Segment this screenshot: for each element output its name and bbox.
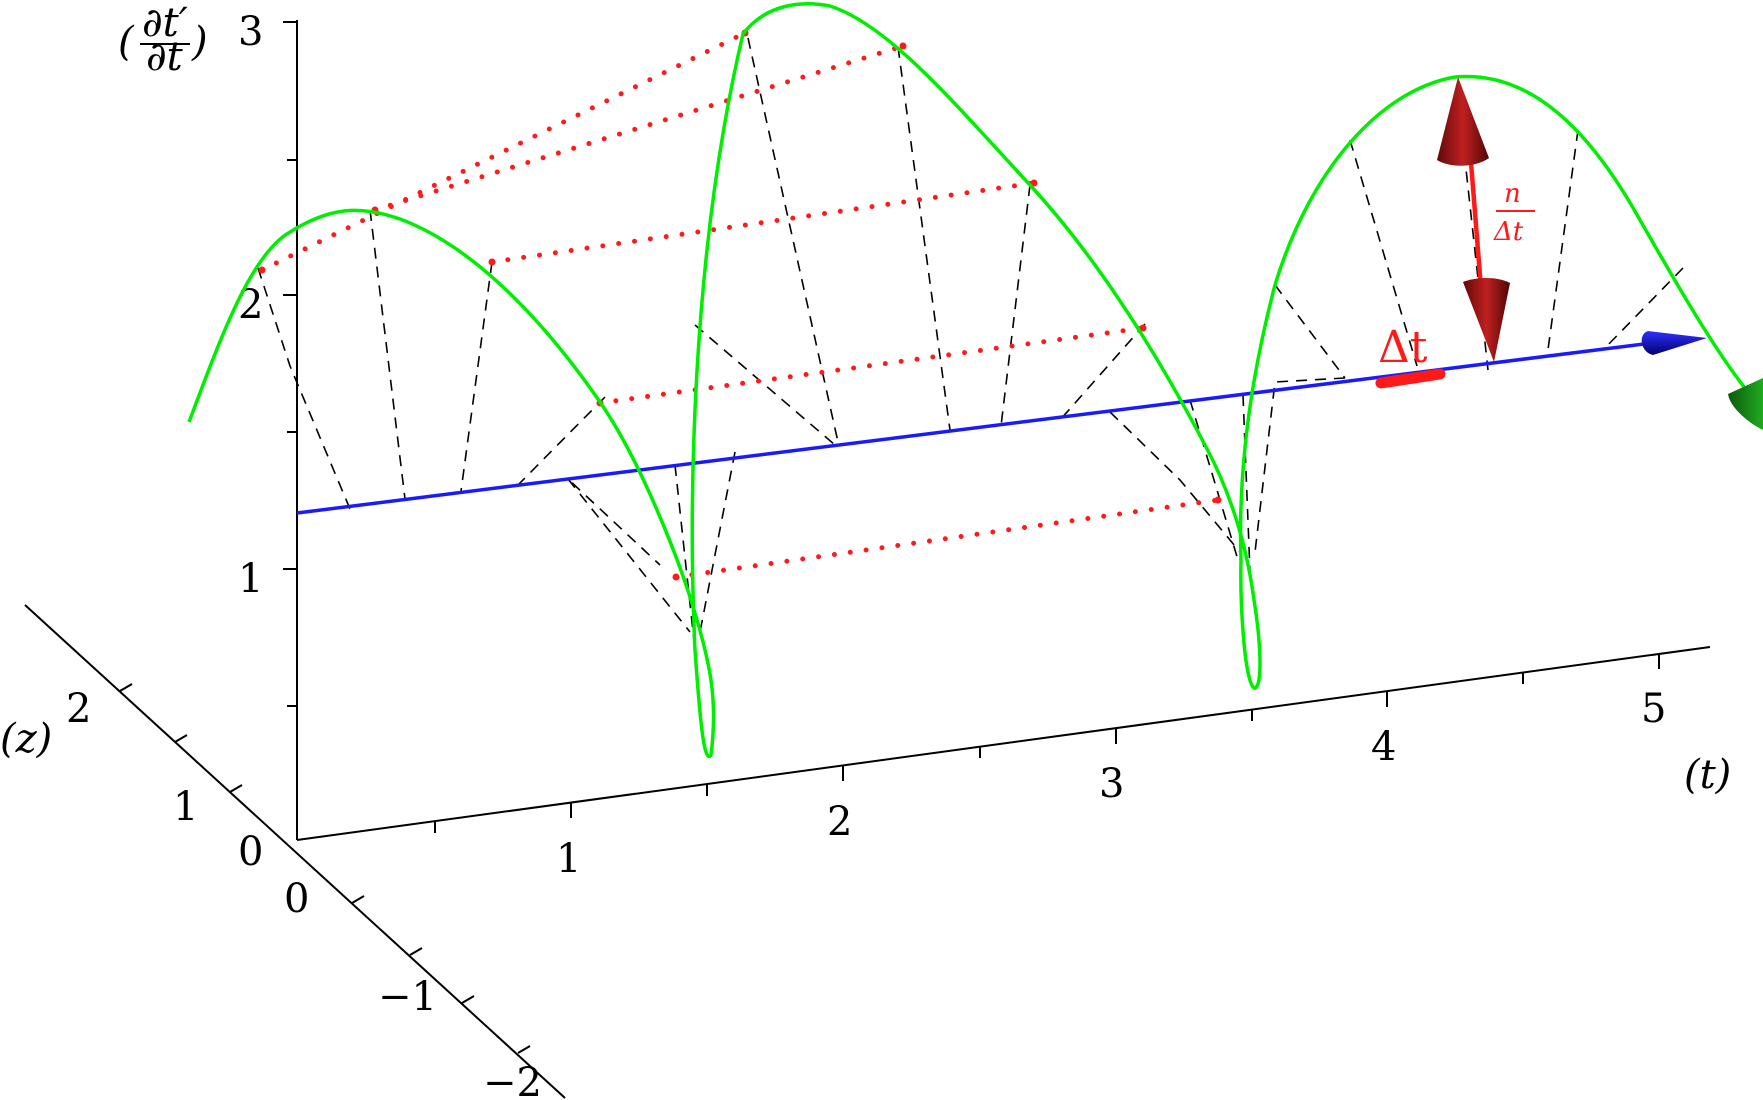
time-axis-line bbox=[296, 340, 1661, 515]
tick-label-x-1: 1 bbox=[556, 836, 581, 882]
tick-label-z-1: 1 bbox=[173, 784, 198, 830]
tick-label-x-5: 5 bbox=[1641, 686, 1666, 732]
tick-label-x-2: 2 bbox=[827, 799, 852, 845]
tick-label-x-3: 3 bbox=[1099, 761, 1124, 807]
tick-label-x-4: 4 bbox=[1371, 724, 1396, 770]
vertical-axis-label: ( ∂t′ ∂t ) bbox=[118, 0, 208, 80]
ratio-numerator: n bbox=[1504, 179, 1521, 209]
depth-axis-ticks bbox=[119, 683, 531, 1054]
tick-label-z-2: 2 bbox=[66, 686, 91, 732]
tick-label-z-neg1: −1 bbox=[378, 974, 437, 1020]
tick-label-z-0-left: 0 bbox=[238, 829, 263, 875]
depth-axis-label: (z) bbox=[0, 716, 52, 762]
horizontal-axis bbox=[296, 646, 1711, 841]
tick-label-y-3: 3 bbox=[238, 9, 263, 55]
svg-text:∂t: ∂t bbox=[146, 34, 184, 80]
ratio-denominator: Δt bbox=[1493, 217, 1524, 247]
vertical-tick-labels: 3 2 1 bbox=[238, 9, 263, 602]
depth-tick-labels: 2 1 0 0 −1 −2 bbox=[66, 686, 542, 1100]
horizontal-tick-labels: 1 2 3 4 5 bbox=[556, 686, 1666, 882]
svg-text:(: ( bbox=[118, 19, 135, 65]
tick-label-z-0: 0 bbox=[284, 876, 309, 922]
delta-t-label: Δt bbox=[1378, 322, 1428, 373]
blue-arrowhead bbox=[1641, 331, 1707, 355]
svg-text:): ) bbox=[191, 19, 208, 65]
tick-label-y-2: 2 bbox=[238, 282, 263, 328]
horizontal-axis-label: (t) bbox=[1684, 752, 1731, 798]
ratio-label: n Δt bbox=[1493, 179, 1535, 247]
ratio-arrow-up-head bbox=[1437, 77, 1489, 166]
green-arrowhead bbox=[1728, 378, 1763, 430]
green-curve bbox=[187, 2, 1747, 759]
tick-label-z-neg2: −2 bbox=[483, 1060, 542, 1100]
axes bbox=[24, 20, 1711, 1099]
depth-axis bbox=[24, 604, 566, 1099]
horizontal-axis-ticks bbox=[434, 654, 1660, 833]
red-dot-endpoints bbox=[258, 29, 1222, 581]
red-dotted-lines bbox=[259, 30, 1221, 580]
diagram-canvas: 3 2 1 1 2 3 4 5 2 1 0 0 −1 −2 ( ∂t′ ∂t )… bbox=[0, 0, 1763, 1100]
tick-label-y-1: 1 bbox=[238, 556, 263, 602]
